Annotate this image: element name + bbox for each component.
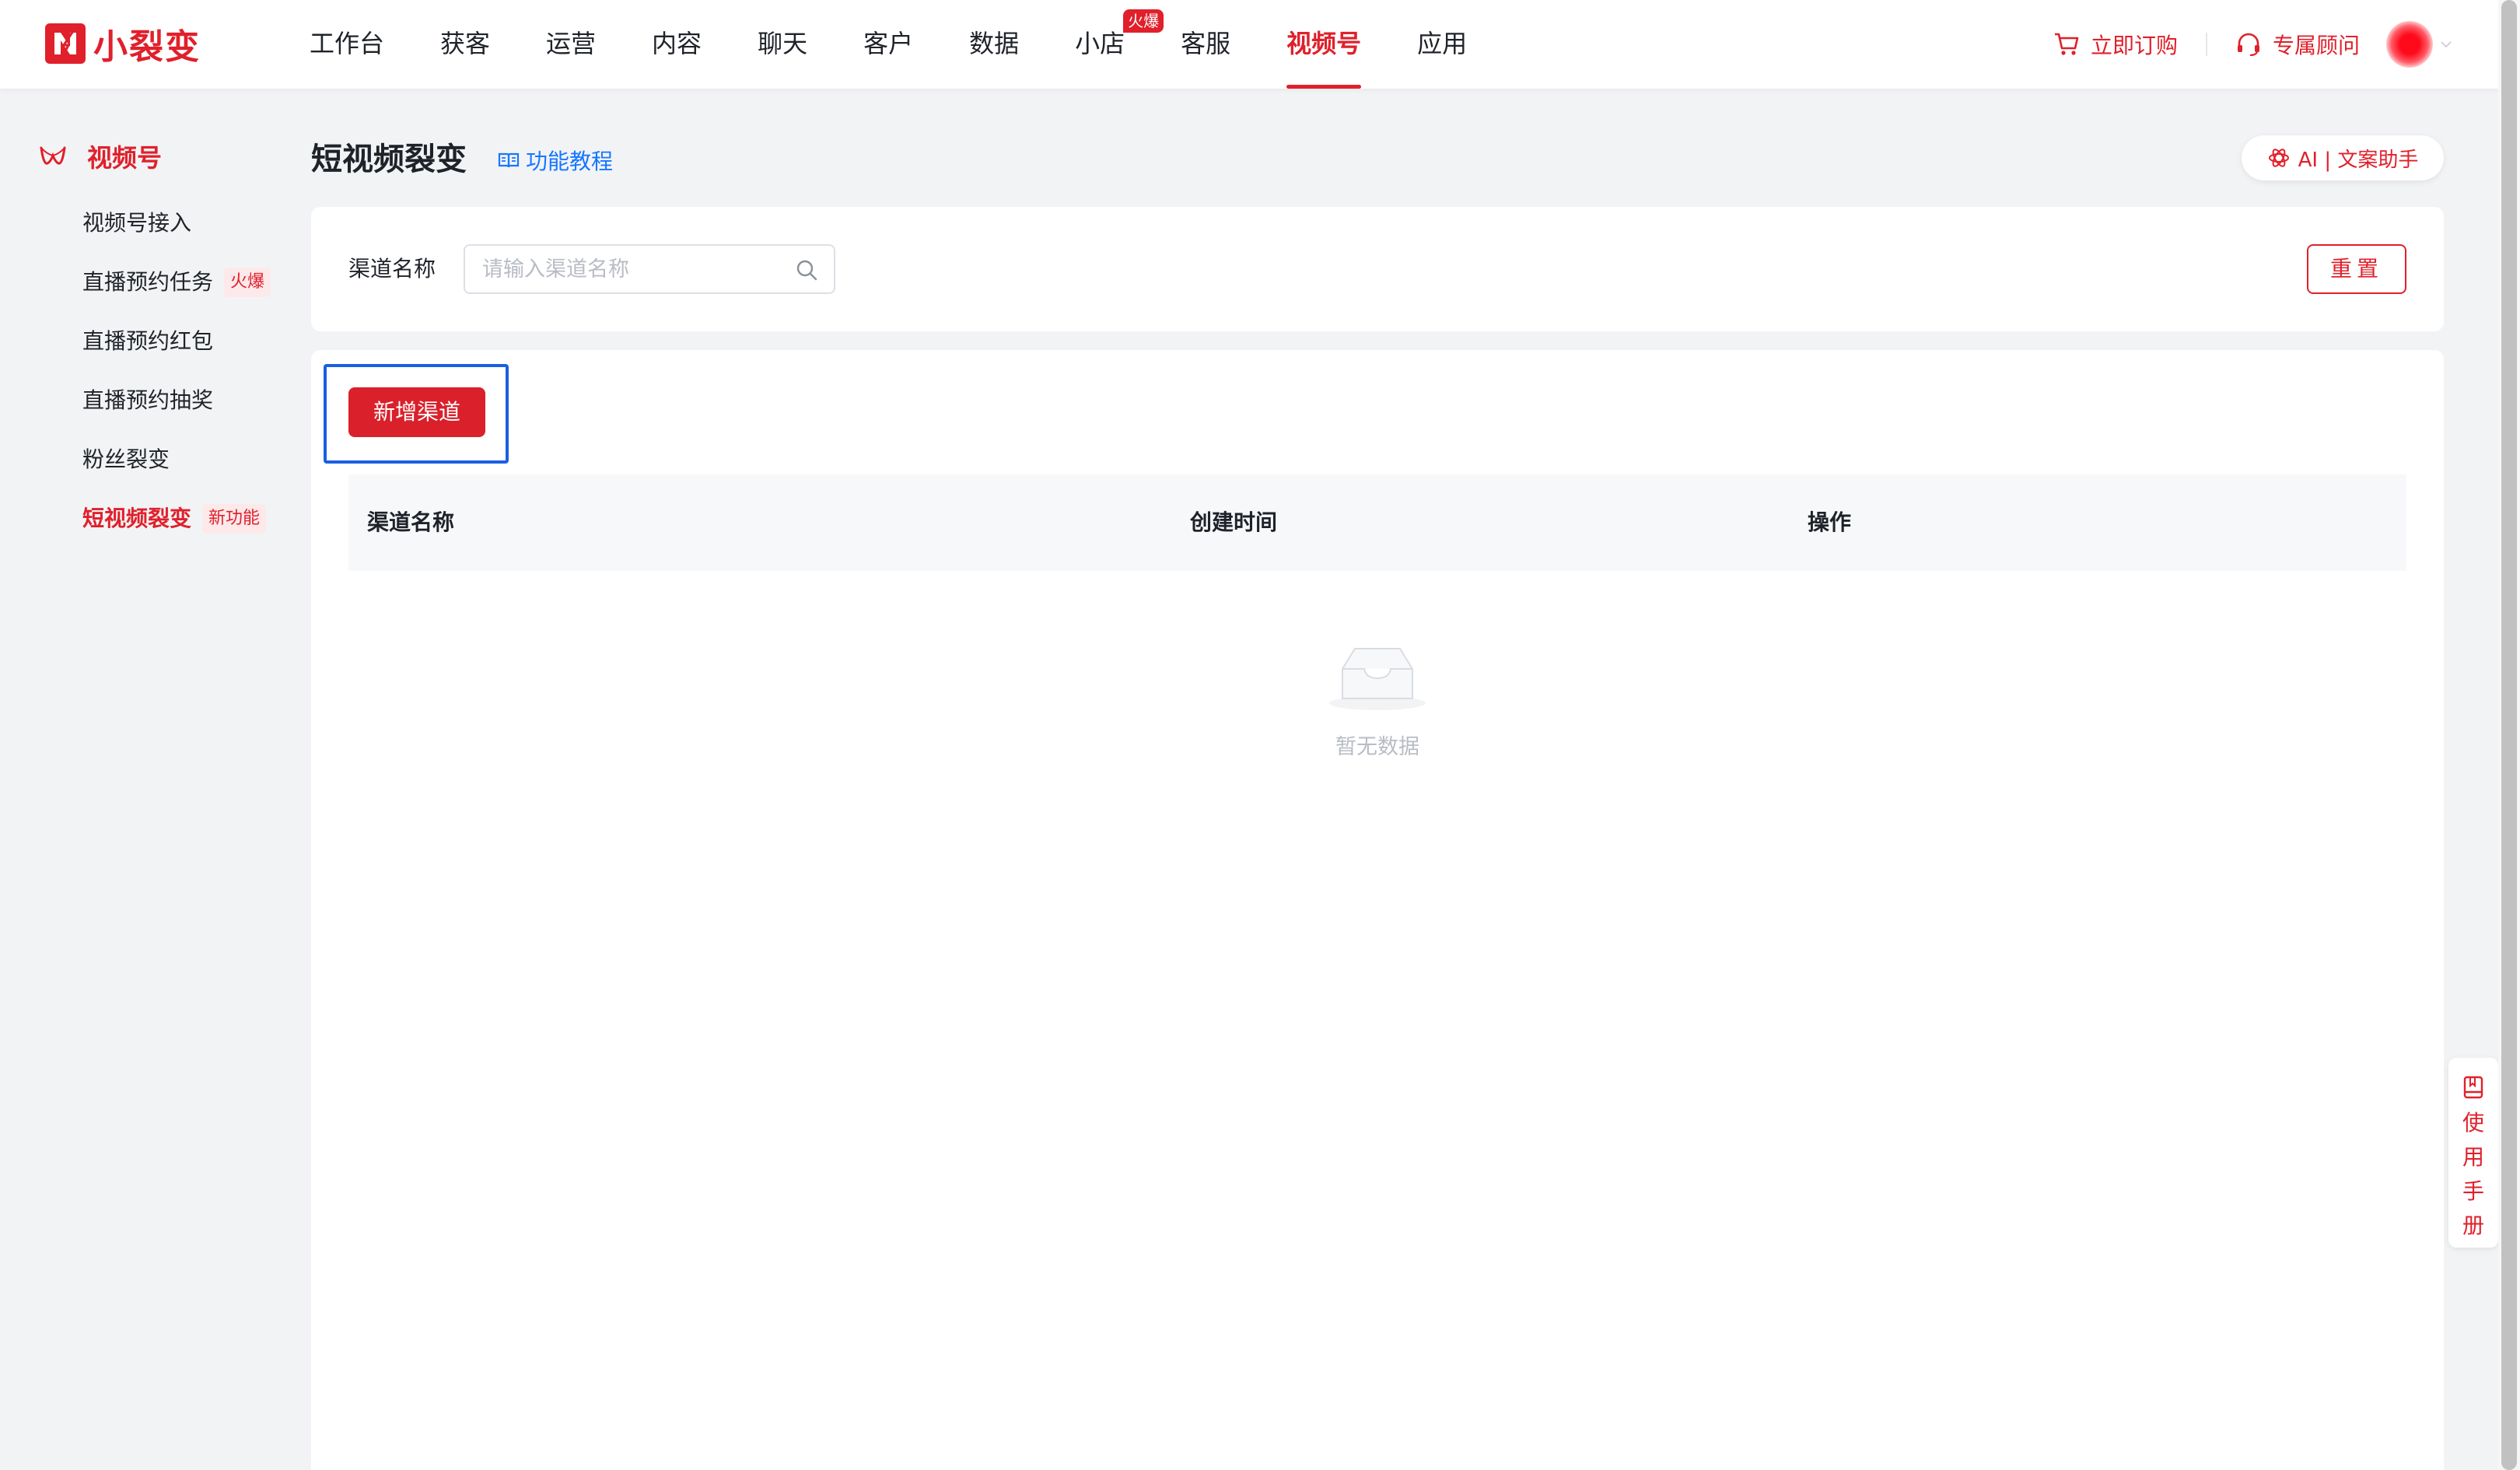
nav-item-operation[interactable]: 运营	[546, 0, 596, 89]
empty-state: 暂无数据	[311, 644, 2444, 760]
sidebar-item-channels-access[interactable]: 视频号接入	[82, 204, 191, 243]
sidebar-item-live-reserve-task[interactable]: 直播预约任务 火爆	[82, 263, 271, 302]
main-nav: 工作台 获客 运营 内容 聊天 客户 数据 小店 火爆 客服 视频号 应用	[310, 0, 1467, 89]
nav-item-chat[interactable]: 聊天	[758, 0, 807, 89]
nav-item-content[interactable]: 内容	[652, 0, 702, 89]
scrollbar-thumb[interactable]	[2501, 0, 2517, 1470]
chevron-down-icon[interactable]	[2441, 41, 2452, 47]
header-divider	[2205, 33, 2207, 56]
nav-item-acquire[interactable]: 获客	[440, 0, 490, 89]
nav-item-service[interactable]: 客服	[1181, 0, 1230, 89]
empty-inbox-icon	[1329, 648, 1426, 710]
manual-label: 使用手册	[2462, 1110, 2484, 1238]
headset-icon	[2237, 33, 2259, 57]
nav-item-data[interactable]: 数据	[969, 0, 1019, 89]
reset-button[interactable]: 重置	[2307, 244, 2406, 294]
nav-item-apps[interactable]: 应用	[1417, 0, 1467, 89]
sidebar: 视频号 视频号接入 直播预约任务 火爆 直播预约红包 直播预约抽奖 粉丝裂变 短…	[0, 89, 311, 1470]
cart-icon	[2054, 33, 2079, 55]
channel-search-box	[464, 244, 835, 294]
header-actions: 立即订购 专属顾问	[2053, 0, 2452, 89]
filter-card: 渠道名称 重置	[311, 207, 2444, 331]
avatar[interactable]	[2386, 21, 2433, 68]
user-manual-float-button[interactable]: 使用手册	[2448, 1058, 2498, 1248]
table-card: 新增渠道 渠道名称 创建时间 操作 暂无数据	[311, 350, 2444, 1470]
subscribe-link[interactable]: 立即订购	[2053, 29, 2178, 60]
sidebar-title: 视频号	[87, 143, 163, 173]
hot-badge: 火爆	[224, 268, 271, 297]
column-header-created-time: 创建时间	[1190, 509, 1278, 535]
channels-icon	[40, 146, 66, 165]
table-header: 渠道名称 创建时间 操作	[348, 474, 2406, 571]
manual-book-icon	[2463, 1076, 2483, 1099]
sidebar-item-live-reserve-redpacket[interactable]: 直播预约红包	[82, 322, 213, 361]
page-title: 短视频裂变	[311, 142, 467, 177]
brand-name: 小裂变	[93, 27, 201, 67]
column-header-channel-name: 渠道名称	[367, 509, 455, 535]
tutorial-link[interactable]: 功能教程	[498, 145, 613, 176]
column-header-actions: 操作	[1808, 509, 1852, 535]
openai-icon	[2268, 149, 2289, 167]
nav-item-channels[interactable]: 视频号	[1286, 0, 1362, 89]
channel-name-label: 渠道名称	[348, 256, 436, 282]
sidebar-item-short-video-fission[interactable]: 短视频裂变 新功能	[82, 499, 267, 538]
top-header: 小裂变 工作台 获客 运营 内容 聊天 客户 数据 小店 火爆 客服 视频号 应…	[0, 0, 2498, 89]
sidebar-item-live-reserve-lottery[interactable]: 直播预约抽奖	[82, 381, 213, 420]
search-icon[interactable]	[795, 258, 818, 282]
sidebar-item-fan-fission[interactable]: 粉丝裂变	[82, 440, 170, 479]
logo-icon	[45, 23, 86, 64]
book-icon	[498, 152, 520, 168]
nav-item-workbench[interactable]: 工作台	[310, 0, 384, 89]
empty-text: 暂无数据	[1335, 735, 1419, 759]
nav-item-customer[interactable]: 客户	[863, 0, 913, 89]
new-feature-badge: 新功能	[202, 504, 267, 534]
nav-item-shop[interactable]: 小店 火爆	[1075, 0, 1164, 89]
sidebar-header: 视频号	[39, 138, 162, 174]
hot-badge: 火爆	[1123, 9, 1164, 33]
advisor-link[interactable]: 专属顾问	[2235, 29, 2360, 60]
ai-copywriter-button[interactable]: AI | 文案助手	[2242, 135, 2444, 180]
brand-logo[interactable]: 小裂变	[45, 20, 201, 67]
channel-name-input[interactable]	[482, 246, 793, 292]
add-channel-button[interactable]: 新增渠道	[348, 387, 485, 437]
